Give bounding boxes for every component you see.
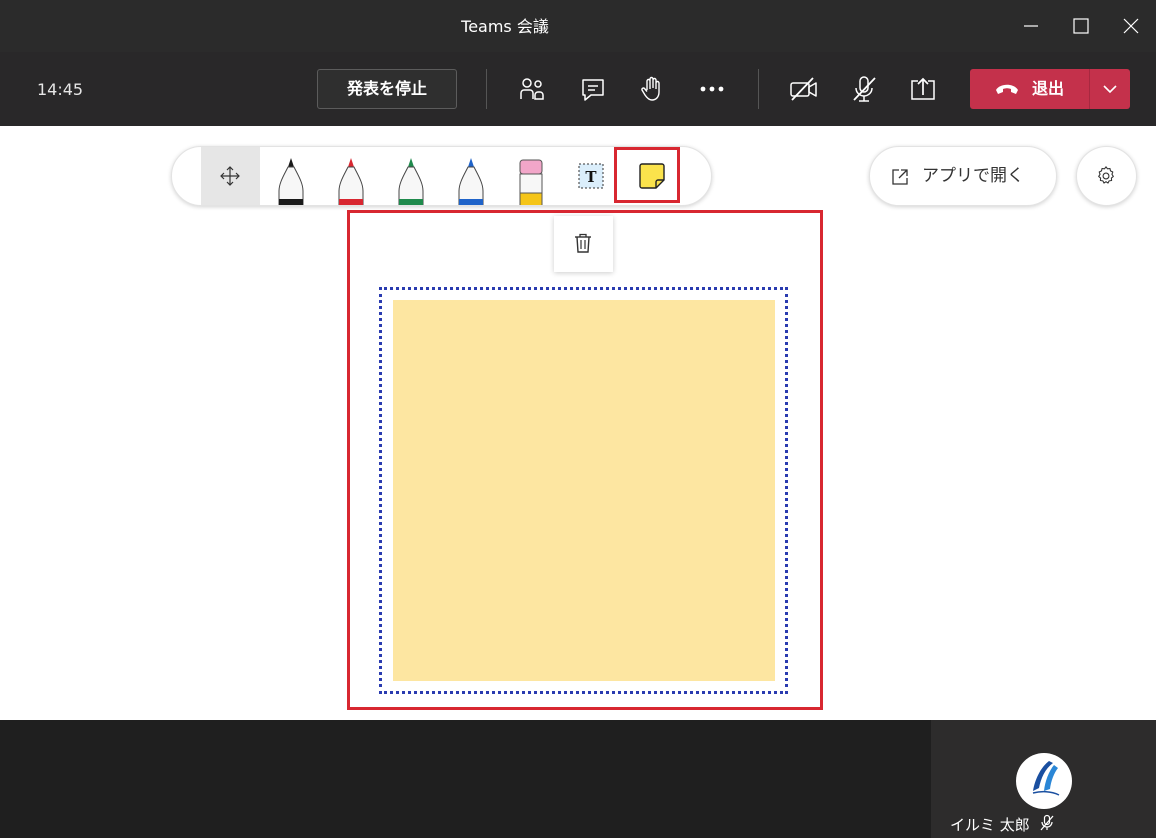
participant-tile[interactable]: イルミ 太郎 [931, 720, 1156, 838]
gear-icon [1098, 166, 1114, 184]
move-icon [220, 166, 240, 186]
pen-black-icon [278, 158, 304, 205]
close-button[interactable] [1106, 0, 1156, 52]
call-controls-bar: 14:45 発表を停止 退出 [0, 52, 1156, 126]
pen-red-icon [338, 158, 364, 205]
leave-label: 退出 [1032, 79, 1065, 98]
text-box-icon: T [578, 163, 604, 189]
text-box-tool[interactable]: T [561, 147, 620, 205]
camera-off-icon [790, 77, 817, 101]
avatar [1016, 753, 1072, 809]
minimize-button[interactable] [1006, 0, 1056, 52]
pen-blue-icon [458, 158, 484, 205]
mic-toggle-button[interactable] [848, 73, 880, 105]
participants-button[interactable] [516, 73, 548, 105]
share-screen-icon [911, 77, 935, 100]
mic-off-icon [853, 76, 876, 102]
leave-button[interactable]: 退出 [970, 69, 1130, 109]
maximize-icon [1073, 18, 1089, 34]
chat-button[interactable] [577, 73, 609, 105]
stop-presenting-button[interactable]: 発表を停止 [317, 69, 457, 109]
delete-note-button[interactable] [554, 216, 613, 272]
divider [486, 69, 487, 109]
chevron-down-icon [1103, 85, 1117, 94]
eraser-icon [519, 159, 543, 205]
pen-green-tool[interactable] [381, 147, 440, 205]
window-title: Teams 会議 [461, 17, 549, 36]
participant-name: イルミ 太郎 [950, 816, 1030, 834]
sticky-note-tool[interactable] [621, 147, 680, 205]
pen-blue-tool[interactable] [441, 147, 500, 205]
camera-toggle-button[interactable] [787, 73, 819, 105]
open-in-app-label: アプリで開く [922, 166, 1024, 186]
raise-hand-icon [641, 76, 660, 101]
eraser-tool[interactable] [501, 147, 560, 205]
leave-main[interactable]: 退出 [970, 69, 1088, 109]
participant-strip: イルミ 太郎 [0, 720, 1156, 838]
mic-off-icon [1040, 814, 1054, 831]
sticky-note-icon [639, 163, 665, 189]
close-icon [1123, 18, 1139, 34]
svg-text:T: T [585, 168, 597, 186]
meeting-time: 14:45 [37, 80, 84, 99]
raise-hand-button[interactable] [636, 73, 668, 105]
settings-button[interactable] [1076, 146, 1137, 206]
chat-icon [582, 79, 604, 101]
title-bar: Teams 会議 [0, 0, 1156, 52]
more-icon [700, 86, 724, 92]
trash-icon [575, 233, 591, 253]
pen-red-tool[interactable] [321, 147, 380, 205]
more-actions-button[interactable] [697, 73, 729, 105]
minimize-icon [1024, 25, 1038, 27]
hang-up-icon [996, 84, 1018, 94]
whiteboard-toolbar: T [171, 146, 712, 206]
move-tool[interactable] [201, 147, 260, 205]
pen-black-tool[interactable] [261, 147, 320, 205]
share-content-button[interactable] [907, 73, 939, 105]
participants-icon [520, 78, 544, 100]
divider [758, 69, 759, 109]
open-external-icon [892, 169, 908, 185]
pen-green-icon [398, 158, 424, 205]
open-in-app-button[interactable]: アプリで開く [869, 146, 1057, 206]
whiteboard-canvas[interactable]: T アプリで開く [0, 126, 1156, 720]
leave-options-dropdown[interactable] [1090, 69, 1130, 109]
maximize-button[interactable] [1056, 0, 1106, 52]
logo-icon [1032, 761, 1060, 796]
sticky-note[interactable] [393, 300, 775, 681]
